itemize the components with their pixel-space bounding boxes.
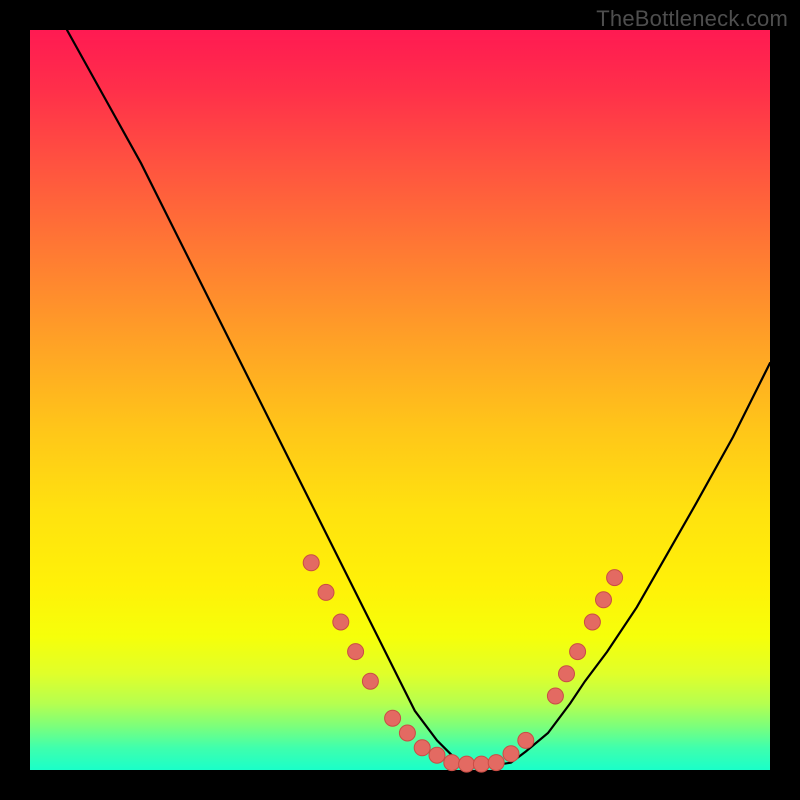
data-marker [488, 755, 504, 771]
data-marker [318, 584, 334, 600]
data-marker [459, 756, 475, 772]
data-marker [473, 756, 489, 772]
data-marker [596, 592, 612, 608]
watermark-text: TheBottleneck.com [596, 6, 788, 32]
plot-area [30, 30, 770, 770]
data-marker [518, 732, 534, 748]
data-marker [414, 740, 430, 756]
chart-frame: TheBottleneck.com [0, 0, 800, 800]
data-marker [385, 710, 401, 726]
data-marker [399, 725, 415, 741]
data-marker [570, 644, 586, 660]
curve-layer [67, 30, 770, 766]
data-marker [503, 746, 519, 762]
data-marker [333, 614, 349, 630]
data-marker [559, 666, 575, 682]
data-marker [303, 555, 319, 571]
data-marker [429, 747, 445, 763]
marker-layer [303, 555, 622, 772]
data-marker [348, 644, 364, 660]
data-marker [444, 755, 460, 771]
bottleneck-curve-svg [30, 30, 770, 770]
data-marker [362, 673, 378, 689]
bottleneck-curve [67, 30, 770, 766]
data-marker [547, 688, 563, 704]
data-marker [607, 570, 623, 586]
data-marker [584, 614, 600, 630]
